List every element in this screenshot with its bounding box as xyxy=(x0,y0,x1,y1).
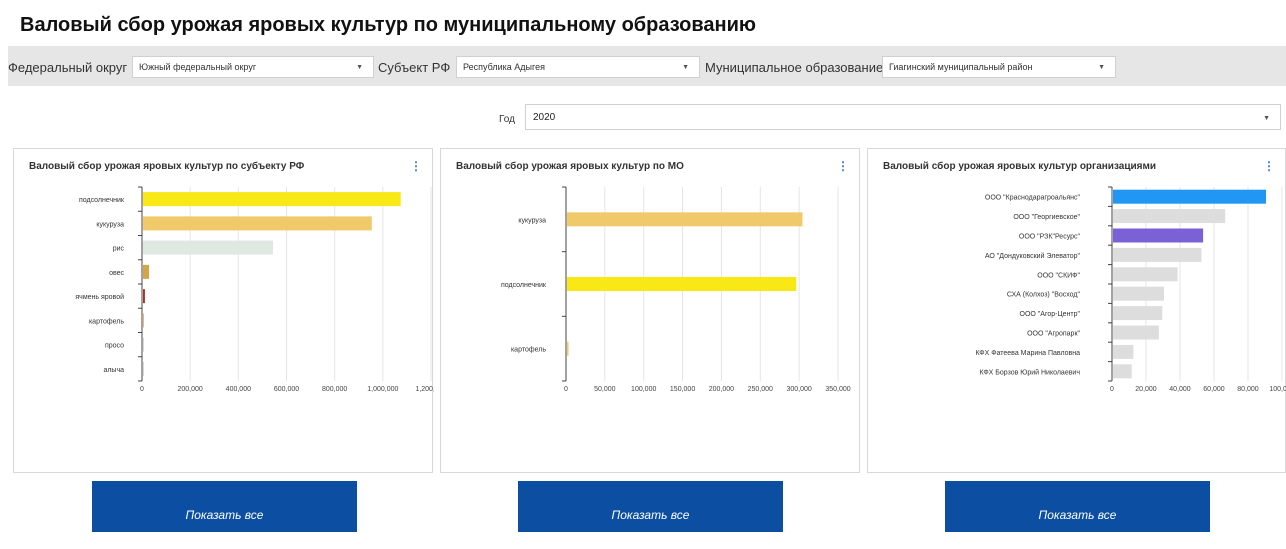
chart-organizations: 0 20,000 40,000 60,000 80,000 100,000 ООО "Кра… xyxy=(975,186,1286,393)
bar[interactable] xyxy=(1113,306,1163,321)
category-label: ООО "РЗК"Ресурс" xyxy=(1019,234,1081,241)
bar[interactable] xyxy=(1113,228,1204,243)
category-label: СХА (Колхоз) "Восход" xyxy=(1007,292,1081,299)
bar[interactable] xyxy=(567,212,803,227)
category-label: ООО "Георгиевское" xyxy=(1013,214,1080,221)
x-tick-label: 60,000 xyxy=(1203,386,1225,393)
bar[interactable] xyxy=(143,264,150,279)
x-tick-label: 40,000 xyxy=(1169,386,1191,393)
x-tick-label: 0 xyxy=(1110,386,1114,393)
x-tick-label: 200,000 xyxy=(709,386,734,393)
category-label: просо xyxy=(105,343,124,350)
x-tick-label: 350,000 xyxy=(825,386,850,393)
category-label: КФХ Борзов Юрий Николаевич xyxy=(980,368,1081,376)
chart-subject: 0 200,000 400,000 600,000 800,000 1,000,000 1,… xyxy=(75,186,434,393)
chevron-down-icon: ▼ xyxy=(356,64,363,71)
x-tick-label: 1,000,000 xyxy=(367,386,398,393)
x-tick-label: 100,000 xyxy=(631,386,656,393)
x-tick-label: 0 xyxy=(564,386,568,393)
bar[interactable] xyxy=(1113,267,1178,282)
category-label: ООО "Агропарк" xyxy=(1027,331,1080,338)
chart-panel-organizations: Валовый сбор урожая яровых культур орган… xyxy=(867,148,1286,473)
x-tick-label: 300,000 xyxy=(786,386,811,393)
municipality-value: Гиагинский муниципальный район xyxy=(889,62,1033,72)
chevron-down-icon: ▼ xyxy=(1098,64,1105,71)
bar[interactable] xyxy=(1113,286,1164,301)
district-label: Федеральный округ xyxy=(8,60,128,75)
x-tick-label: 250,000 xyxy=(748,386,773,393)
bar[interactable] xyxy=(143,289,145,304)
bar[interactable] xyxy=(1113,344,1134,359)
x-tick-label: 800,000 xyxy=(322,386,347,393)
subject-value: Республика Адыгея xyxy=(463,62,545,72)
chevron-down-icon: ▼ xyxy=(1263,115,1270,122)
bar[interactable] xyxy=(1113,209,1226,224)
category-label: кукуруза xyxy=(96,221,124,228)
category-label: рис xyxy=(113,246,125,253)
category-label: овес xyxy=(109,270,124,277)
subject-select[interactable]: Республика Адыгея ▼ xyxy=(456,56,700,78)
district-value: Южный федеральный округ xyxy=(139,62,257,72)
district-select[interactable]: Южный федеральный округ ▼ xyxy=(132,56,374,78)
category-label: ячмень яровой xyxy=(75,293,124,301)
category-label: АО "Дондуковский Элеватор" xyxy=(985,252,1081,260)
category-label: ООО "Агор-Центр" xyxy=(1020,311,1081,318)
bar[interactable] xyxy=(143,361,144,376)
bar[interactable] xyxy=(1113,364,1132,379)
category-label: подсолнечник xyxy=(79,197,125,204)
bar[interactable] xyxy=(143,337,144,352)
page-title: Валовый сбор урожая яровых культур по му… xyxy=(20,14,756,36)
x-tick-label: 150,000 xyxy=(670,386,695,393)
x-tick-label: 100,000 xyxy=(1269,386,1286,393)
municipality-select[interactable]: Гиагинский муниципальный район ▼ xyxy=(882,56,1116,78)
category-label: КФХ Фатеева Марина Павловна xyxy=(975,350,1080,357)
bar[interactable] xyxy=(143,216,372,231)
bar[interactable] xyxy=(143,313,144,328)
year-label: Год xyxy=(499,114,515,125)
bar[interactable] xyxy=(1113,247,1202,262)
bar[interactable] xyxy=(143,240,274,255)
x-tick-label: 0 xyxy=(140,386,144,393)
year-select[interactable]: 2020 ▼ xyxy=(525,104,1281,130)
category-label: ООО "Краснодарагроальянс" xyxy=(985,195,1081,202)
bar[interactable] xyxy=(567,341,569,356)
category-label: подсолнечник xyxy=(501,282,547,289)
show-all-button[interactable]: Показать все xyxy=(92,481,357,532)
chart-mo: 0 50,000 100,000 150,000 200,000 250,000 300,0… xyxy=(501,186,851,393)
bar[interactable] xyxy=(1113,325,1159,340)
x-tick-label: 50,000 xyxy=(594,386,616,393)
x-tick-label: 80,000 xyxy=(1237,386,1259,393)
x-tick-label: 1,200,000 xyxy=(415,386,434,393)
x-tick-label: 20,000 xyxy=(1135,386,1157,393)
chevron-down-icon: ▼ xyxy=(682,64,689,71)
bar[interactable] xyxy=(143,192,401,207)
chart-panel-subject: Валовый сбор урожая яровых культур по су… xyxy=(13,148,434,473)
show-all-button[interactable]: Показать все xyxy=(518,481,783,532)
x-tick-label: 400,000 xyxy=(226,386,251,393)
category-label: кукуруза xyxy=(518,217,546,224)
category-label: алыча xyxy=(103,367,124,374)
show-all-button[interactable]: Показать все xyxy=(945,481,1210,532)
filter-bar: Федеральный округ Южный федеральный окру… xyxy=(8,46,1286,86)
bar[interactable] xyxy=(1113,189,1266,204)
category-label: ООО "СКИФ" xyxy=(1037,272,1080,279)
year-value: 2020 xyxy=(533,112,556,123)
municipality-label: Муниципальное образование xyxy=(705,60,884,75)
subject-label: Субъект РФ xyxy=(378,60,451,75)
category-label: картофель xyxy=(89,318,124,325)
bar[interactable] xyxy=(567,277,797,291)
chart-panel-mo: Валовый сбор урожая яровых культур по МО… xyxy=(440,148,860,473)
x-tick-label: 200,000 xyxy=(178,386,203,393)
x-tick-label: 600,000 xyxy=(274,386,299,393)
category-label: картофель xyxy=(511,347,546,354)
